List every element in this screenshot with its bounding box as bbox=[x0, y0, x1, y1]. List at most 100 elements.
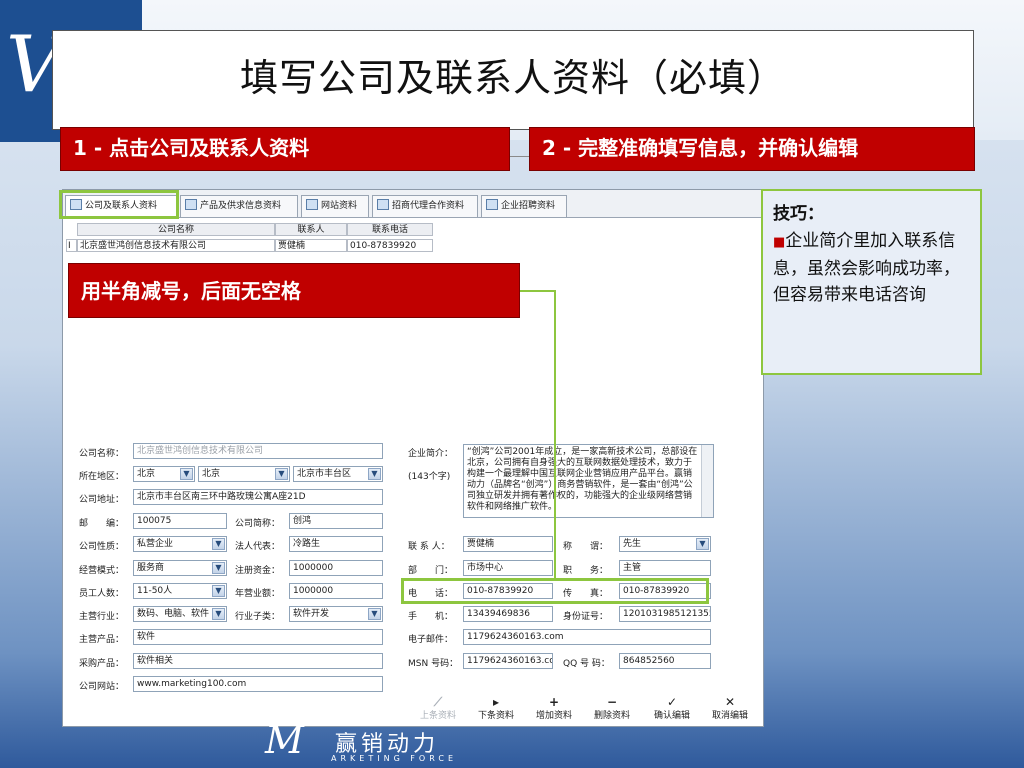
label-capital: 注册资金： bbox=[235, 566, 281, 576]
sub-industry-select[interactable]: 软件开发 ▼ bbox=[289, 606, 383, 622]
tab-agency[interactable]: 招商代理合作资料 bbox=[372, 195, 478, 217]
footer-logo-mark: M bbox=[265, 718, 304, 762]
grid-cell-contact[interactable]: 贾健楠 bbox=[275, 239, 347, 252]
step2-banner: 2 - 完整准确填写信息，并确认编辑 bbox=[529, 127, 975, 171]
label-id-no: 身份证号： bbox=[563, 612, 609, 622]
legal-rep-field[interactable]: 冷路生 bbox=[289, 536, 383, 552]
label-address: 公司地址： bbox=[79, 495, 125, 505]
chevron-down-icon: ▼ bbox=[275, 468, 288, 480]
label-legal-rep: 法人代表： bbox=[235, 542, 281, 552]
mobile-field[interactable]: 13439469836 bbox=[463, 606, 553, 622]
province-select[interactable]: 北京 ▼ bbox=[133, 466, 195, 482]
company-name-field[interactable]: 北京盛世鸿创信息技术有限公司 bbox=[133, 443, 383, 459]
dept-field[interactable]: 市场中心 bbox=[463, 560, 553, 576]
tab-label: 企业招聘资料 bbox=[501, 201, 556, 211]
label-region: 所在地区： bbox=[79, 472, 125, 482]
intro-char-count: (143个字) bbox=[408, 472, 451, 482]
chevron-down-icon: ▼ bbox=[212, 585, 225, 597]
prev-icon: ⟋ bbox=[433, 695, 443, 709]
district-select[interactable]: 北京市丰台区 ▼ bbox=[293, 466, 383, 482]
label-intro: 企业简介： bbox=[408, 449, 454, 459]
tab-highlight bbox=[59, 190, 179, 219]
grid-header-phone[interactable]: 联系电话 bbox=[347, 223, 433, 236]
phone-fax-highlight bbox=[401, 578, 709, 604]
chevron-down-icon: ▼ bbox=[368, 468, 381, 480]
id-no-field[interactable]: 120103198512135530 bbox=[619, 606, 711, 622]
tip-paragraph: ■企业简介里加入联系信息，虽然会影响成功率，但容易带来电话咨询 bbox=[773, 228, 970, 308]
intro-scrollbar[interactable] bbox=[701, 445, 713, 517]
contact-field[interactable]: 贾健楠 bbox=[463, 536, 553, 552]
next-record-button[interactable]: ▸ 下条资料 bbox=[467, 696, 525, 721]
label-website: 公司网站： bbox=[79, 682, 125, 692]
intro-text: “创鸿”公司2001年成立，是一家高新技术公司，总部设在北京，公司拥有自身强大的… bbox=[467, 447, 698, 512]
label-sub-industry: 行业子类： bbox=[235, 612, 281, 622]
bullet-square-icon: ■ bbox=[773, 235, 786, 250]
grid-header-contact[interactable]: 联系人 bbox=[275, 223, 347, 236]
staff-select[interactable]: 11-50人 ▼ bbox=[133, 583, 227, 599]
delete-record-button[interactable]: − 删除资料 bbox=[583, 696, 641, 721]
cancel-edit-button[interactable]: ✕ 取消编辑 bbox=[701, 696, 759, 721]
label-msn: MSN 号码： bbox=[408, 659, 459, 669]
banner-connector bbox=[510, 156, 530, 157]
address-field[interactable]: 北京市丰台区南三环中路玫瑰公寓A座21D bbox=[133, 489, 383, 505]
intro-textarea[interactable]: “创鸿”公司2001年成立，是一家高新技术公司，总部设在北京，公司拥有自身强大的… bbox=[463, 444, 714, 518]
list-icon bbox=[185, 199, 197, 210]
note-banner: 用半角减号，后面无空格 bbox=[68, 263, 520, 318]
label-industry: 主营行业： bbox=[79, 612, 125, 622]
tab-recruit[interactable]: 企业招聘资料 bbox=[481, 195, 567, 217]
position-field[interactable]: 主管 bbox=[619, 560, 711, 576]
next-icon: ▸ bbox=[492, 695, 500, 709]
label-short-name: 公司简称： bbox=[235, 519, 281, 529]
grid-cell-company[interactable]: 北京盛世鸿创信息技术有限公司 bbox=[77, 239, 275, 252]
tip-box: 技巧： ■企业简介里加入联系信息，虽然会影响成功率，但容易带来电话咨询 bbox=[761, 189, 982, 375]
label-title: 称 谓： bbox=[563, 542, 609, 552]
grid-cell-phone[interactable]: 010-87839920 bbox=[347, 239, 433, 252]
products-field[interactable]: 软件 bbox=[133, 629, 383, 645]
label-nature: 公司性质： bbox=[79, 542, 125, 552]
globe-icon bbox=[306, 199, 318, 210]
cross-icon: ✕ bbox=[724, 695, 736, 709]
msn-field[interactable]: 1179624360163.com bbox=[463, 653, 553, 669]
capital-field[interactable]: 1000000 bbox=[289, 560, 383, 576]
short-name-field[interactable]: 创鸿 bbox=[289, 513, 383, 529]
minus-icon: − bbox=[606, 695, 618, 709]
city-select[interactable]: 北京 ▼ bbox=[198, 466, 290, 482]
revenue-field[interactable]: 1000000 bbox=[289, 583, 383, 599]
label-qq: QQ 号 码： bbox=[563, 659, 610, 669]
nature-select[interactable]: 私营企业 ▼ bbox=[133, 536, 227, 552]
email-field[interactable]: 1179624360163.com bbox=[463, 629, 711, 645]
title-select[interactable]: 先生 ▼ bbox=[619, 536, 711, 552]
chevron-down-icon: ▼ bbox=[212, 562, 225, 574]
website-field[interactable]: www.marketing100.com bbox=[133, 676, 383, 692]
tab-label: 网站资料 bbox=[321, 201, 358, 211]
confirm-edit-button[interactable]: ✓ 确认编辑 bbox=[643, 696, 701, 721]
grid-header-company[interactable]: 公司名称 bbox=[77, 223, 275, 236]
tab-label: 产品及供求信息资料 bbox=[200, 201, 282, 211]
footer-brand-en: ARKETING FORCE bbox=[331, 754, 458, 763]
chevron-down-icon: ▼ bbox=[212, 538, 225, 550]
recruit-icon bbox=[486, 199, 498, 210]
label-email: 电子邮件： bbox=[408, 635, 454, 645]
qq-field[interactable]: 864852560 bbox=[619, 653, 711, 669]
title-box: 填写公司及联系人资料（必填） bbox=[52, 30, 974, 130]
slide-title: 填写公司及联系人资料（必填） bbox=[239, 56, 786, 100]
row-marker: I bbox=[66, 239, 77, 252]
tip-text: 企业简介里加入联系信息，虽然会影响成功率，但容易带来电话咨询 bbox=[773, 231, 960, 305]
chevron-down-icon: ▼ bbox=[368, 608, 381, 620]
tip-heading: 技巧： bbox=[773, 204, 824, 224]
mode-select[interactable]: 服务商 ▼ bbox=[133, 560, 227, 576]
tab-website[interactable]: 网站资料 bbox=[301, 195, 369, 217]
purchase-field[interactable]: 软件相关 bbox=[133, 653, 383, 669]
handshake-icon bbox=[377, 199, 389, 210]
label-postcode: 邮 编： bbox=[79, 519, 125, 529]
label-purchase: 采购产品： bbox=[79, 659, 125, 669]
plus-icon: + bbox=[548, 695, 560, 709]
industry-select[interactable]: 数码、电脑、软件 ▼ bbox=[133, 606, 227, 622]
chevron-down-icon: ▼ bbox=[212, 608, 225, 620]
tab-products-supply[interactable]: 产品及供求信息资料 bbox=[180, 195, 298, 217]
callout-line bbox=[520, 290, 556, 292]
postcode-field[interactable]: 100075 bbox=[133, 513, 227, 529]
add-record-button[interactable]: + 增加资料 bbox=[525, 696, 583, 721]
prev-record-button[interactable]: ⟋ 上条资料 bbox=[409, 696, 467, 721]
step1-banner: 1 - 点击公司及联系人资料 bbox=[60, 127, 510, 171]
